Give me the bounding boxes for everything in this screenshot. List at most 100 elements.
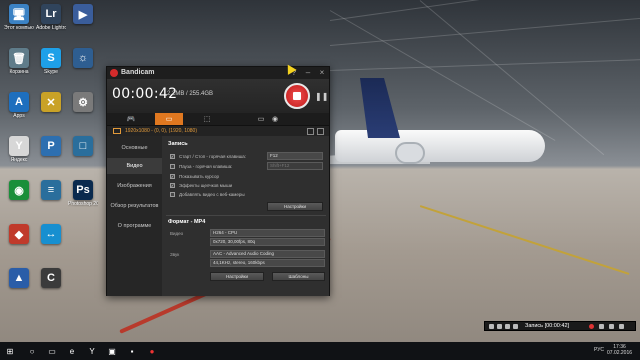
start-button[interactable]: ⊞: [4, 345, 16, 357]
video-label: Видео: [170, 231, 184, 236]
minimize-button[interactable]: –: [303, 68, 313, 78]
file-explorer-icon[interactable]: ▣: [106, 345, 118, 357]
desktop-icon-label: Этот компьютер: [4, 25, 34, 31]
desktop-icon[interactable]: ✕: [36, 92, 66, 113]
record-indicator-icon[interactable]: [589, 324, 594, 329]
checkbox[interactable]: ✓: [170, 174, 175, 179]
desktop-icon[interactable]: C: [36, 268, 66, 289]
desktop-icon[interactable]: ☼: [68, 48, 98, 69]
sidebar-item-output[interactable]: Обзор результатов: [107, 198, 162, 214]
format-section-title: Формат - MP4: [168, 219, 206, 225]
language-indicator[interactable]: РУС: [594, 347, 604, 353]
checkbox[interactable]: [170, 164, 175, 169]
hangar-beam: [329, 58, 640, 71]
desktop-icon[interactable]: P: [36, 136, 66, 157]
window-icon[interactable]: [505, 324, 510, 329]
start-stop-hotkey-field[interactable]: F12: [267, 152, 323, 160]
device-mode-tab[interactable]: ⬚: [193, 113, 221, 125]
record-section-title: Запись: [168, 141, 188, 147]
format-settings-button[interactable]: Настройки: [210, 272, 264, 281]
hdmi-device-icon: ⬚: [203, 116, 211, 123]
region-restore-button[interactable]: [307, 128, 314, 135]
sidebar-item-general[interactable]: Основные: [107, 140, 162, 156]
desktop-icon[interactable]: Y Яндекс: [4, 136, 34, 163]
file-size: 2.2MB / 255.4GB: [167, 91, 214, 97]
audio-label: Звук: [170, 252, 180, 257]
app-title: Bandicam: [121, 69, 155, 76]
region-bar: 1920x1080 - (0, 0), (1920, 1080): [107, 125, 329, 136]
settings-sidebar: Основные Видео Изображения Обзор результ…: [107, 136, 162, 296]
option-click-effects[interactable]: ✓ Эффекты щелчков мыши: [170, 182, 232, 189]
checkbox[interactable]: ✓: [170, 183, 175, 188]
screen-rectangle-icon: ▭: [165, 116, 173, 123]
mini-recording-label: Запись [00:00:42]: [525, 323, 570, 329]
desktop-icon[interactable]: □: [68, 136, 98, 157]
clock-date: 07.02.2016: [607, 350, 633, 356]
close-icon[interactable]: [619, 324, 624, 329]
search-icon[interactable]: ○: [26, 345, 38, 357]
minimize-icon[interactable]: [609, 324, 614, 329]
desktop-icon[interactable]: LrAdobe Lightroom: [36, 4, 66, 31]
record-settings-button[interactable]: Настройки: [267, 202, 323, 211]
sidebar-item-images[interactable]: Изображения: [107, 178, 162, 194]
bandicam-taskbar-icon[interactable]: ●: [146, 345, 158, 357]
task-view-icon[interactable]: ▭: [46, 345, 58, 357]
checkbox[interactable]: [170, 192, 175, 197]
checkbox[interactable]: ✓: [170, 154, 175, 159]
edge-browser-icon[interactable]: e: [66, 345, 78, 357]
app-taskbar-icon[interactable]: ▪: [126, 345, 138, 357]
video-params-field: 0x720, 30,00fps, 80q: [210, 238, 325, 246]
sidebar-item-about[interactable]: О программе: [107, 218, 162, 234]
desktop-app-icon: ▶: [73, 4, 93, 24]
gamepad-icon: 🎮: [126, 116, 136, 123]
divider: [166, 215, 326, 216]
screen-icon[interactable]: [489, 324, 494, 329]
region-select-icon[interactable]: [513, 324, 518, 329]
desktop-icon[interactable]: A Apps: [4, 92, 34, 119]
desktop-icon[interactable]: ▶: [68, 4, 98, 25]
templates-button[interactable]: Шаблоны: [272, 272, 325, 281]
desktop-icon[interactable]: ◆: [4, 224, 34, 245]
desktop-icon[interactable]: ◉: [4, 180, 34, 201]
recording-panel: 00:00:42 2.2MB / 255.4GB ❚❚: [107, 79, 329, 113]
game-mode-tab[interactable]: 🎮: [117, 113, 145, 125]
desktop-icon-label: Apps: [13, 113, 25, 119]
sidebar-item-video[interactable]: Видео: [107, 158, 162, 174]
camera-icon[interactable]: [599, 324, 604, 329]
desktop-icon[interactable]: PsPhotoshop 2015: [68, 180, 98, 207]
desktop-icon[interactable]: 🗑 Корзина: [4, 48, 34, 75]
screenshot-button[interactable]: ◉: [267, 113, 283, 125]
yandex-browser-icon[interactable]: Y: [86, 345, 98, 357]
stop-record-button[interactable]: [284, 83, 310, 109]
desktop-icon[interactable]: S Skype: [36, 48, 66, 75]
pause-hotkey-field[interactable]: Shift+F12: [267, 162, 323, 170]
option-pause-hotkey[interactable]: Пауза - горячая клавиша:: [170, 163, 232, 170]
desktop-icon[interactable]: ↔: [36, 224, 66, 245]
region-maximize-button[interactable]: [317, 128, 324, 135]
desktop-icon-label: Photoshop 2015: [68, 201, 98, 207]
clock[interactable]: 17:36 07.02.2016: [607, 344, 632, 356]
close-button[interactable]: ×: [317, 68, 327, 78]
pause-button[interactable]: ❚❚: [315, 92, 328, 101]
bandicam-logo-icon: [110, 69, 118, 77]
option-show-cursor[interactable]: ✓ Показывать курсор: [170, 173, 219, 180]
desktop-icon-label: Skype: [44, 69, 58, 75]
screen-mode-tab[interactable]: ▭: [155, 113, 183, 125]
region-info: 1920x1080 - (0, 0), (1920, 1080): [125, 128, 197, 134]
desktop-icon[interactable]: 🖥Этот компьютер: [4, 4, 34, 31]
hangar-beam: [329, 0, 640, 21]
desktop-icon-label: Adobe Lightroom: [36, 25, 66, 31]
mode-bar: 🎮 ▭ ⬚ ▭ ◉: [107, 113, 329, 125]
option-start-stop-hotkey[interactable]: ✓ Старт / Стоп - горячая клавиша:: [170, 153, 246, 160]
option-webcam-overlay[interactable]: Добавлять видео с веб-камеры: [170, 191, 245, 198]
airplane-fuselage: [335, 130, 545, 162]
desktop-icon[interactable]: ≡: [36, 180, 66, 201]
mini-recording-bar: Запись [00:00:42]: [484, 321, 636, 331]
bandicam-window: Bandicam ? – × 00:00:42 2.2MB / 255.4GB …: [106, 66, 330, 296]
fullscreen-icon[interactable]: [497, 324, 502, 329]
desktop-icon[interactable]: ⚙: [68, 92, 98, 113]
region-icon[interactable]: [113, 128, 121, 134]
desktop-app-icon: Ps: [73, 180, 93, 200]
desktop-app-icon: ▲: [9, 268, 29, 288]
desktop-icon[interactable]: ▲: [4, 268, 34, 289]
